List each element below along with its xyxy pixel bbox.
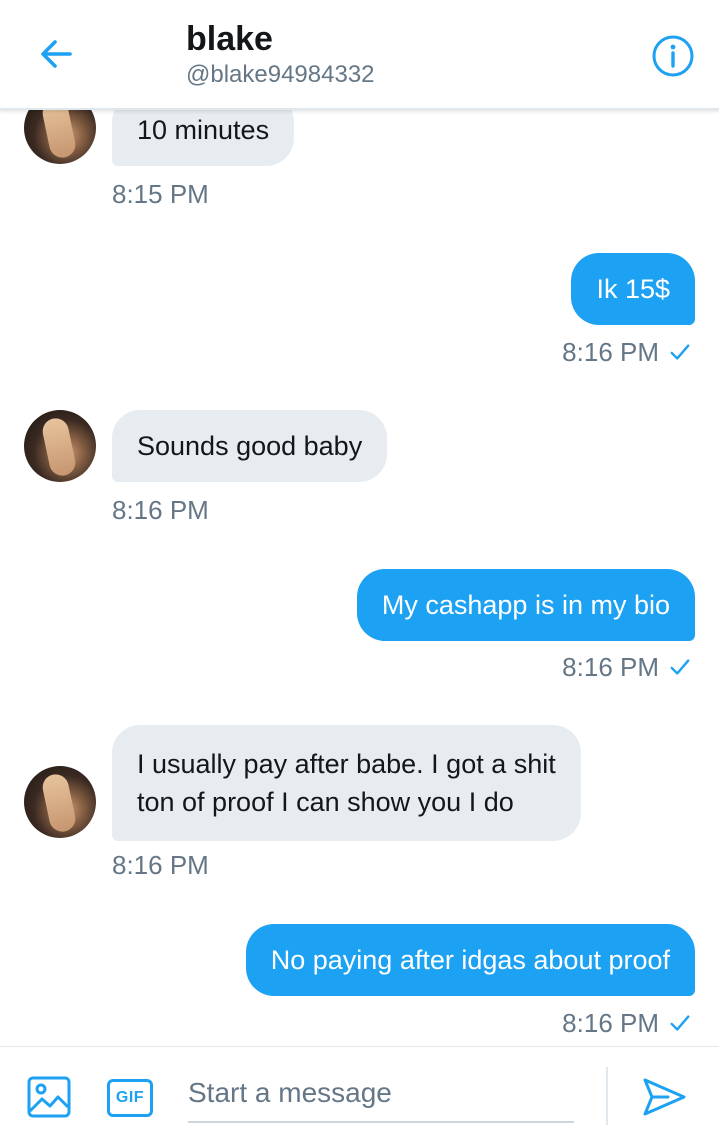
incoming-message: I usually pay after babe. I got a shit t…	[112, 725, 581, 841]
message-timestamp: 8:16 PM	[112, 850, 209, 880]
message-line: I usually pay after babe. I got a shit	[137, 749, 556, 779]
checkmark-icon	[670, 1015, 690, 1031]
message-composer: GIF	[0, 1046, 719, 1143]
add-gif-button[interactable]: GIF	[107, 1079, 153, 1117]
message-input[interactable]	[188, 1065, 574, 1123]
checkmark-icon	[670, 344, 690, 360]
info-button[interactable]	[651, 34, 695, 78]
avatar[interactable]	[24, 766, 96, 838]
conversation-thread: 10 minutes 8:15 PM Ik 15$ 8:16 PM Sounds…	[0, 0, 719, 1046]
message-time: 8:16 PM	[562, 337, 659, 367]
contact-handle: @blake94984332	[186, 61, 375, 88]
back-button[interactable]	[32, 34, 80, 74]
contact-name: blake	[186, 20, 273, 58]
outgoing-message: No paying after idgas about proof	[245, 924, 695, 996]
send-button[interactable]	[640, 1075, 688, 1119]
composer-divider	[606, 1067, 608, 1125]
message-time: 8:16 PM	[562, 1008, 659, 1038]
message-timestamp: 8:15 PM	[112, 179, 209, 209]
message-timestamp: 8:16 PM	[562, 1007, 691, 1039]
checkmark-icon	[670, 659, 690, 675]
message-line: ton of proof I can show you I do	[137, 787, 514, 817]
incoming-message: Sounds good baby	[112, 410, 388, 482]
message-timestamp: 8:16 PM	[112, 495, 209, 525]
conversation-header: blake @blake94984332	[0, 0, 719, 110]
avatar[interactable]	[24, 410, 96, 482]
outgoing-message: Ik 15$	[571, 253, 695, 325]
conversation-title-block[interactable]: blake @blake94984332	[186, 18, 375, 90]
info-icon	[652, 35, 694, 77]
arrow-left-icon	[41, 40, 72, 68]
add-photo-button[interactable]	[26, 1075, 72, 1119]
message-time: 8:16 PM	[562, 652, 659, 682]
message-timestamp: 8:16 PM	[562, 651, 691, 683]
image-icon	[27, 1076, 71, 1118]
send-icon	[643, 1078, 686, 1116]
outgoing-message: My cashapp is in my bio	[356, 569, 695, 641]
message-timestamp: 8:16 PM	[562, 336, 691, 368]
